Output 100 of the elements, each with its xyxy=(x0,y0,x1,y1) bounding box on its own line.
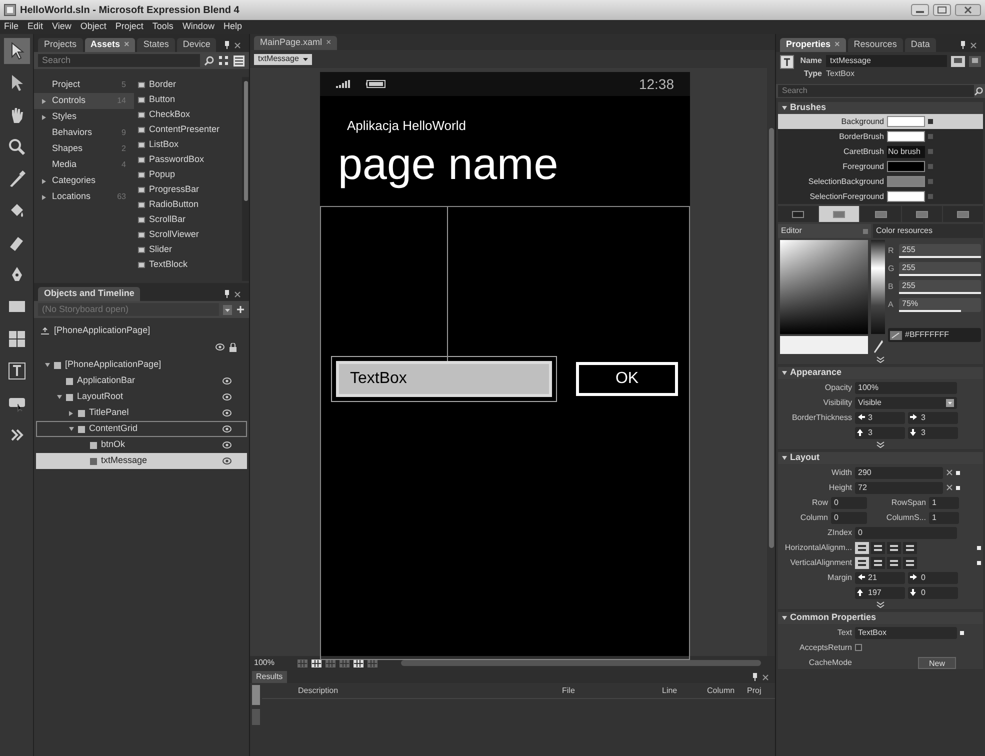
panel-tab[interactable]: Projects xyxy=(38,38,83,52)
value-field[interactable]: 3 xyxy=(855,412,905,424)
value-field[interactable]: 3 xyxy=(855,426,905,438)
color-swatch[interactable] xyxy=(887,161,925,172)
panel-tab[interactable]: Properties × xyxy=(780,38,846,52)
panel-tab[interactable]: Resources xyxy=(848,38,903,52)
dropdown-icon[interactable] xyxy=(223,304,232,314)
menu-item[interactable]: Project xyxy=(115,20,144,34)
expand-chevron-icon[interactable] xyxy=(876,441,885,448)
eye-icon[interactable] xyxy=(222,457,232,465)
expand-chevron-icon[interactable] xyxy=(876,601,885,608)
property-marker-icon[interactable] xyxy=(928,164,933,169)
visibility-dropdown[interactable]: Visible xyxy=(855,396,957,408)
value-field[interactable]: 197 xyxy=(855,586,905,598)
alignment-button[interactable] xyxy=(855,556,869,568)
collapse-arrow-icon[interactable] xyxy=(782,616,787,620)
checkbox[interactable] xyxy=(855,644,862,651)
section-title[interactable]: Layout xyxy=(790,451,820,465)
asset-item[interactable]: ScrollBar xyxy=(134,212,242,227)
asset-item[interactable]: Button xyxy=(134,92,242,107)
scrollbar[interactable] xyxy=(767,68,775,656)
menu-item[interactable]: Edit xyxy=(28,20,44,34)
new-button[interactable]: New xyxy=(918,656,956,668)
column-header[interactable]: File xyxy=(562,684,662,696)
menu-item[interactable]: File xyxy=(4,20,19,34)
value-field[interactable]: 0 xyxy=(831,496,867,508)
value-field[interactable]: 0 xyxy=(908,572,958,584)
value-field[interactable]: TextBox xyxy=(855,626,957,638)
brush-row[interactable]: SelectionBackground xyxy=(778,174,983,189)
editor-tab[interactable]: Editor xyxy=(781,225,802,237)
channel-field[interactable]: 255 xyxy=(899,244,981,258)
category-item[interactable]: Categories xyxy=(34,173,134,189)
asset-item[interactable]: Popup xyxy=(134,167,242,182)
value-field[interactable]: 290 xyxy=(855,466,943,478)
minimize-icon[interactable] xyxy=(911,4,929,16)
brush-value[interactable]: No brush xyxy=(887,146,925,158)
property-marker-icon[interactable] xyxy=(977,560,981,564)
panel-tab[interactable]: MainPage.xaml × xyxy=(254,36,338,50)
column-header[interactable]: Line xyxy=(662,684,707,696)
brush-row[interactable]: Background xyxy=(778,114,983,129)
value-field[interactable]: 1 xyxy=(929,512,959,524)
close-tab-icon[interactable]: × xyxy=(326,36,332,50)
property-marker-icon[interactable] xyxy=(956,486,960,490)
color-resources-tab[interactable]: Color resources xyxy=(873,224,983,238)
auto-size-icon[interactable] xyxy=(946,469,953,476)
menu-item[interactable]: Object xyxy=(80,20,106,34)
asset-item[interactable]: ListBox xyxy=(134,137,242,152)
pin-icon[interactable] xyxy=(752,673,758,681)
expand-arrow-icon[interactable] xyxy=(42,114,46,120)
color-swatch[interactable] xyxy=(887,116,925,127)
expand-arrow-icon[interactable] xyxy=(42,98,46,104)
collapse-arrow-icon[interactable] xyxy=(782,456,787,460)
menu-item[interactable]: Window xyxy=(182,20,214,34)
category-item[interactable]: Styles xyxy=(34,109,134,125)
alignment-button[interactable] xyxy=(887,542,901,554)
brush-type-tab[interactable] xyxy=(778,206,818,222)
property-marker-icon[interactable] xyxy=(928,134,933,139)
storyboard-field[interactable]: (No Storyboard open) xyxy=(38,303,219,316)
zoom-icon[interactable] xyxy=(6,137,26,157)
events-view-icon[interactable] xyxy=(969,56,981,66)
brush-row[interactable]: SelectionForeground xyxy=(778,189,983,204)
expand-chevron-icon[interactable] xyxy=(876,356,885,363)
scrollbar[interactable] xyxy=(401,660,761,666)
value-field[interactable]: 0 xyxy=(908,586,958,598)
category-item[interactable]: Project 5 xyxy=(34,77,134,93)
scope-up-icon[interactable] xyxy=(40,327,50,335)
asset-item[interactable]: ScrollViewer xyxy=(134,227,242,242)
close-icon[interactable] xyxy=(234,42,241,48)
brush-type-tab[interactable] xyxy=(902,206,942,222)
collapse-arrow-icon[interactable] xyxy=(782,106,787,110)
color-swatch[interactable] xyxy=(887,176,925,187)
column-header[interactable]: Proj xyxy=(747,684,775,696)
category-item[interactable]: Shapes 2 xyxy=(34,141,134,157)
property-marker-icon[interactable] xyxy=(928,194,933,199)
property-marker-icon[interactable] xyxy=(928,149,933,154)
property-marker-icon[interactable] xyxy=(956,470,960,474)
tree-root-label[interactable]: [PhoneApplicationPage] xyxy=(54,324,150,338)
close-icon[interactable] xyxy=(955,4,981,16)
auto-size-icon[interactable] xyxy=(946,484,953,491)
color-swatch[interactable] xyxy=(887,131,925,142)
grid-view-icon[interactable] xyxy=(218,55,229,66)
brush-type-tab[interactable] xyxy=(819,206,860,222)
property-marker-icon[interactable] xyxy=(928,179,933,184)
brush-row[interactable]: Foreground xyxy=(778,159,983,174)
menu-item[interactable]: View xyxy=(52,20,72,34)
value-field[interactable]: 100% xyxy=(855,382,957,394)
asset-item[interactable]: Border xyxy=(134,77,242,92)
column-header[interactable]: Description xyxy=(262,684,562,696)
hex-field[interactable]: #BFFFFFFF xyxy=(888,328,981,342)
collapse-arrow-icon[interactable] xyxy=(782,371,787,375)
menu-item[interactable]: Help xyxy=(223,20,242,34)
tree-item[interactable]: ContentGrid xyxy=(36,421,247,437)
property-marker-icon[interactable] xyxy=(928,119,933,124)
expand-arrow-icon[interactable] xyxy=(42,194,46,200)
asset-item[interactable]: CheckBox xyxy=(134,107,242,122)
brush-row[interactable]: CaretBrush No brush xyxy=(778,144,983,159)
scrollbar[interactable] xyxy=(242,77,249,281)
alignment-button[interactable] xyxy=(903,542,917,554)
property-marker-icon[interactable] xyxy=(977,546,981,550)
column-header[interactable]: Column xyxy=(707,684,747,696)
